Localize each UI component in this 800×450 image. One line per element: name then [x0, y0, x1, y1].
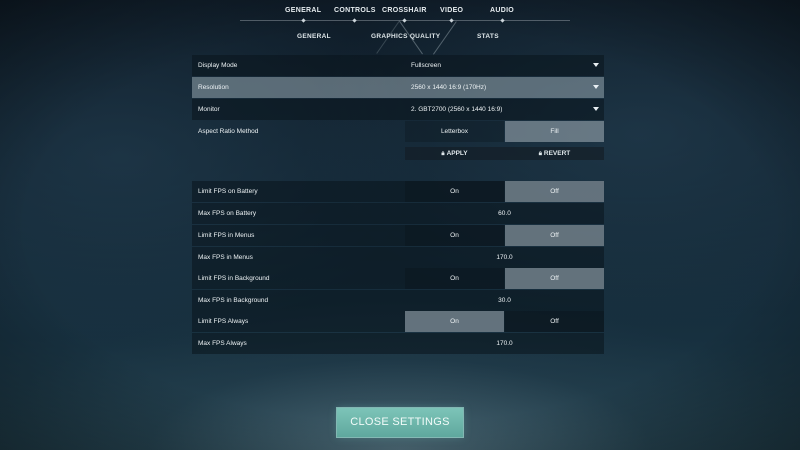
tab-crosshair[interactable]: CROSSHAIR: [382, 7, 427, 23]
tab-general[interactable]: GENERAL: [285, 7, 322, 23]
chevron-down-icon: [593, 63, 599, 67]
revert-button[interactable]: 🔒︎ REVERT: [505, 147, 604, 160]
setting-limit-fps-always: Limit FPS Always On Off: [192, 311, 604, 332]
sub-tab-bar: GENERAL GRAPHICS QUALITY STATS: [0, 33, 800, 47]
setting-label: Max FPS in Background: [198, 297, 269, 304]
limit-fps-menus-toggle: On Off: [405, 225, 604, 246]
subtab-graphics-quality[interactable]: GRAPHICS QUALITY: [371, 33, 440, 40]
monitor-dropdown[interactable]: 2. GBT2700 (2560 x 1440 16:9): [405, 99, 604, 120]
off-option[interactable]: Off: [505, 268, 604, 289]
max-fps-menus-field[interactable]: 170.0: [405, 247, 604, 268]
max-fps-always-field[interactable]: 170.0: [405, 333, 604, 354]
tab-controls[interactable]: CONTROLS: [334, 7, 376, 23]
limit-fps-background-toggle: On Off: [405, 268, 604, 289]
resolution-dropdown[interactable]: 2560 x 1440 16:9 (170Hz): [405, 77, 604, 98]
setting-label: Limit FPS in Background: [198, 275, 270, 282]
tab-divider: [240, 20, 570, 21]
tab-video[interactable]: VIDEO: [440, 7, 464, 23]
setting-label: Limit FPS on Battery: [198, 188, 258, 195]
close-settings-button[interactable]: CLOSE SETTINGS: [337, 408, 463, 437]
max-fps-battery-field[interactable]: 60.0: [405, 203, 604, 224]
setting-label: Aspect Ratio Method: [198, 128, 259, 135]
chevron-down-icon: [593, 85, 599, 89]
on-option[interactable]: On: [405, 311, 504, 332]
aspect-ratio-toggle: Letterbox Fill: [405, 121, 604, 142]
dropdown-value: 2. GBT2700 (2560 x 1440 16:9): [411, 106, 503, 113]
setting-max-fps-menus: Max FPS in Menus 170.0: [192, 247, 604, 268]
apply-button[interactable]: 🔒︎ APPLY: [405, 147, 504, 160]
chevron-down-icon: [593, 107, 599, 111]
top-tab-bar: GENERAL CONTROLS CROSSHAIR VIDEO AUDIO: [0, 0, 800, 23]
setting-limit-fps-menus: Limit FPS in Menus On Off: [192, 225, 604, 246]
max-fps-background-field[interactable]: 30.0: [405, 290, 604, 311]
setting-limit-fps-background: Limit FPS in Background On Off: [192, 268, 604, 289]
setting-label: Display Mode: [198, 62, 238, 69]
setting-max-fps-background: Max FPS in Background 30.0: [192, 290, 604, 311]
tab-controls-label: CONTROLS: [334, 7, 376, 14]
on-option[interactable]: On: [405, 225, 504, 246]
tab-video-label: VIDEO: [440, 7, 464, 14]
tab-audio-label: AUDIO: [490, 7, 515, 14]
field-value: 170.0: [496, 254, 513, 261]
subtab-general[interactable]: GENERAL: [297, 33, 331, 40]
setting-label: Limit FPS in Menus: [198, 232, 255, 239]
display-mode-dropdown[interactable]: Fullscreen: [405, 55, 604, 76]
setting-label: Monitor: [198, 106, 220, 113]
setting-label: Max FPS on Battery: [198, 210, 257, 217]
setting-display-mode: Display Mode Fullscreen: [192, 55, 604, 76]
dropdown-value: Fullscreen: [411, 62, 441, 69]
dropdown-value: 2560 x 1440 16:9 (170Hz): [411, 84, 487, 91]
letterbox-option[interactable]: Letterbox: [405, 121, 504, 142]
apply-label: APPLY: [446, 150, 468, 157]
lock-icon: 🔒︎: [538, 151, 542, 157]
apply-revert-bar: 🔒︎ APPLY 🔒︎ REVERT: [405, 147, 604, 160]
field-value: 30.0: [498, 297, 511, 304]
subtab-stats[interactable]: STATS: [477, 33, 499, 40]
limit-fps-always-toggle: On Off: [405, 311, 604, 332]
setting-max-fps-always: Max FPS Always 170.0: [192, 333, 604, 354]
on-option[interactable]: On: [405, 181, 504, 202]
limit-fps-battery-toggle: On Off: [405, 181, 604, 202]
setting-monitor: Monitor 2. GBT2700 (2560 x 1440 16:9): [192, 99, 604, 120]
tab-audio[interactable]: AUDIO: [490, 7, 515, 23]
setting-resolution: Resolution 2560 x 1440 16:9 (170Hz): [192, 77, 604, 98]
setting-label: Limit FPS Always: [198, 318, 249, 325]
tab-general-label: GENERAL: [285, 7, 322, 14]
revert-label: REVERT: [543, 150, 571, 157]
setting-label: Resolution: [198, 84, 229, 91]
setting-max-fps-battery: Max FPS on Battery 60.0: [192, 203, 604, 224]
setting-label: Max FPS in Menus: [198, 254, 253, 261]
setting-limit-fps-battery: Limit FPS on Battery On Off: [192, 181, 604, 202]
fill-option[interactable]: Fill: [505, 121, 604, 142]
off-option[interactable]: Off: [505, 311, 604, 332]
tab-crosshair-label: CROSSHAIR: [382, 7, 427, 14]
off-option[interactable]: Off: [505, 225, 604, 246]
setting-aspect-ratio: Aspect Ratio Method Letterbox Fill: [192, 121, 604, 142]
lock-icon: 🔒︎: [441, 151, 445, 157]
off-option[interactable]: Off: [505, 181, 604, 202]
field-value: 170.0: [496, 340, 513, 347]
on-option[interactable]: On: [405, 268, 504, 289]
field-value: 60.0: [498, 210, 511, 217]
setting-label: Max FPS Always: [198, 340, 247, 347]
